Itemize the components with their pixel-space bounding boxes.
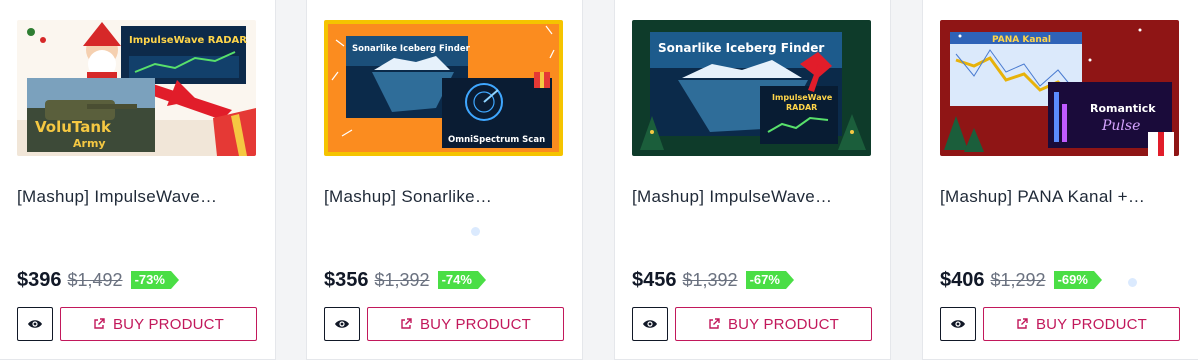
product-grid: ImpulseWave RADAR VoluTank Army [Mashup]…	[0, 0, 1198, 360]
external-link-icon	[1017, 318, 1028, 329]
price-row: $406 $1,292 -69%	[940, 266, 1103, 294]
price: $396	[17, 268, 62, 291]
product-title[interactable]: [Mashup] Sonarlike…	[324, 187, 564, 207]
product-thumbnail[interactable]: Sonarlike Iceberg Finder OmniSpectrum Sc…	[324, 20, 563, 156]
product-image: Sonarlike Iceberg Finder OmniSpectrum Sc…	[324, 20, 563, 156]
buy-product-button[interactable]: BUY PRODUCT	[983, 307, 1180, 341]
price: $406	[940, 268, 985, 291]
image-caption: Army	[73, 137, 106, 150]
loading-dot	[1128, 278, 1137, 287]
image-caption: OmniSpectrum Scan	[448, 135, 545, 145]
buy-label: BUY PRODUCT	[1035, 315, 1148, 333]
buy-label: BUY PRODUCT	[112, 315, 225, 333]
buy-product-button[interactable]: BUY PRODUCT	[675, 307, 872, 341]
product-thumbnail[interactable]: Sonarlike Iceberg Finder ImpulseWave RAD…	[632, 20, 871, 156]
quick-view-button[interactable]	[632, 307, 668, 341]
image-caption: RADAR	[786, 103, 817, 112]
external-link-icon	[94, 318, 105, 329]
old-price: $1,392	[682, 269, 738, 290]
product-thumbnail[interactable]: ImpulseWave RADAR VoluTank Army	[17, 20, 256, 156]
quick-view-button[interactable]	[940, 307, 976, 341]
discount-badge: -74%	[437, 271, 487, 289]
product-image: PANA Kanal Romantick Pulse	[940, 20, 1179, 156]
price: $456	[632, 268, 677, 291]
product-image: ImpulseWave RADAR VoluTank Army	[17, 20, 256, 156]
product-card: PANA Kanal Romantick Pulse [Mashup] PANA…	[922, 0, 1198, 360]
eye-icon	[28, 320, 42, 328]
product-card: Sonarlike Iceberg Finder ImpulseWave RAD…	[614, 0, 891, 360]
product-card: Sonarlike Iceberg Finder OmniSpectrum Sc…	[306, 0, 583, 360]
quick-view-button[interactable]	[324, 307, 360, 341]
old-price: $1,492	[67, 269, 123, 290]
buy-label: BUY PRODUCT	[419, 315, 532, 333]
quick-view-button[interactable]	[17, 307, 53, 341]
image-caption: PANA Kanal	[992, 35, 1051, 45]
product-title[interactable]: [Mashup] ImpulseWave…	[17, 187, 257, 207]
product-title[interactable]: [Mashup] ImpulseWave…	[632, 187, 872, 207]
external-link-icon	[401, 318, 412, 329]
image-caption: Sonarlike Iceberg Finder	[658, 41, 824, 55]
product-image: Sonarlike Iceberg Finder ImpulseWave RAD…	[632, 20, 871, 156]
product-card: ImpulseWave RADAR VoluTank Army [Mashup]…	[0, 0, 276, 360]
old-price: $1,292	[990, 269, 1046, 290]
image-caption: Romantick	[1090, 102, 1156, 115]
discount-badge: -69%	[1053, 271, 1103, 289]
buy-product-button[interactable]: BUY PRODUCT	[60, 307, 257, 341]
image-caption: ImpulseWave	[772, 93, 833, 102]
price-row: $456 $1,392 -67%	[632, 266, 795, 294]
buy-product-button[interactable]: BUY PRODUCT	[367, 307, 564, 341]
price-row: $396 $1,492 -73%	[17, 266, 180, 294]
buy-label: BUY PRODUCT	[727, 315, 840, 333]
eye-icon	[335, 320, 349, 328]
product-thumbnail[interactable]: PANA Kanal Romantick Pulse	[940, 20, 1179, 156]
loading-dot	[471, 227, 480, 236]
image-caption: VoluTank	[35, 118, 112, 136]
image-caption: ImpulseWave RADAR	[129, 35, 247, 46]
price-row: $356 $1,392 -74%	[324, 266, 487, 294]
discount-badge: -73%	[130, 271, 180, 289]
eye-icon	[643, 320, 657, 328]
image-caption: Sonarlike Iceberg Finder	[352, 44, 471, 54]
price: $356	[324, 268, 369, 291]
image-caption: Pulse	[1101, 118, 1140, 134]
eye-icon	[951, 320, 965, 328]
product-title[interactable]: [Mashup] PANA Kanal +…	[940, 187, 1180, 207]
external-link-icon	[709, 318, 720, 329]
discount-badge: -67%	[745, 271, 795, 289]
old-price: $1,392	[374, 269, 430, 290]
